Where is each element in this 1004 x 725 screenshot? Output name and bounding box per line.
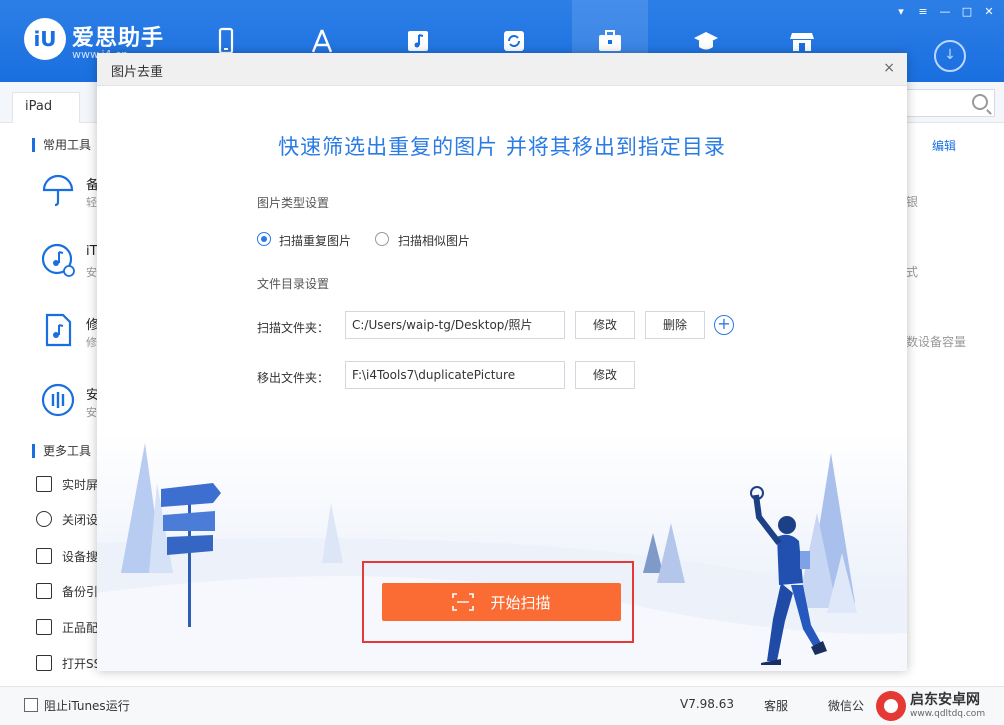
right-tool-text: 银 [906, 195, 919, 209]
umbrella-icon[interactable] [40, 172, 76, 208]
tool-sub: 安 [86, 406, 97, 419]
scan-folder-delete-button[interactable]: 删除 [645, 311, 705, 339]
output-folder-modify-button[interactable]: 修改 [575, 361, 635, 389]
scan-folder-label: 扫描文件夹： [257, 321, 330, 335]
screen-icon [36, 476, 52, 492]
window-controls: ▾ ≡ — □ ✕ [892, 4, 998, 20]
device-search-icon [36, 548, 52, 564]
service-link[interactable]: 客服 [764, 697, 788, 714]
radio-scan-similar[interactable] [375, 232, 389, 246]
skin-icon[interactable]: ▾ [892, 4, 910, 20]
radio-scan-similar-label[interactable]: 扫描相似图片 [398, 232, 470, 249]
terminal-icon [36, 655, 52, 671]
more-tool-item[interactable]: 打开SS [36, 654, 101, 672]
dialog-headline: 快速筛选出重复的图片 并将其移出到指定目录 [278, 135, 726, 159]
radio-scan-duplicate-label[interactable]: 扫描重复图片 [279, 232, 351, 249]
app-logo: iU [24, 18, 66, 60]
directory-section-label: 文件目录设置 [257, 277, 330, 291]
scan-folder-input[interactable]: C:/Users/waip-tg/Desktop/照片 [345, 311, 565, 339]
tool-sub: 轻 [86, 196, 97, 209]
dialog-title: 图片去重 [111, 65, 164, 80]
dialog-close-button[interactable]: × [883, 60, 895, 76]
toolbox-icon [599, 30, 621, 51]
tab-ipad[interactable]: iPad [12, 92, 80, 123]
watermark-title: 启东安卓网 [910, 692, 980, 708]
wechat-link[interactable]: 微信公 [828, 697, 864, 714]
install-icon[interactable] [40, 382, 76, 418]
dialog-header: 图片去重 × [97, 53, 907, 86]
watermark-logo-icon [876, 691, 906, 721]
tool-sub: 修 [86, 336, 97, 349]
backup-icon [36, 583, 52, 599]
tool-sub: 安 [86, 266, 97, 279]
dedupe-dialog: 图片去重 × 快速筛选出重复的图片 并将其移出到指定目录 图片类型设置 扫描重复… [97, 53, 907, 671]
tutorial-icon [694, 32, 718, 50]
right-tool-text: 式 [906, 265, 919, 279]
image-type-section-label: 图片类型设置 [257, 196, 330, 210]
section-more-tools: 更多工具 [32, 444, 91, 458]
block-itunes-checkbox[interactable] [24, 698, 38, 712]
tool-title[interactable]: iT [86, 244, 98, 259]
music-icon [408, 31, 428, 51]
right-tool-text: 数设备容量 [906, 335, 967, 349]
earphone-icon [36, 619, 52, 635]
sync-icon [504, 31, 524, 51]
ringtone-icon[interactable] [40, 312, 76, 348]
output-folder-label: 移出文件夹： [257, 371, 330, 385]
more-tool-item[interactable]: 设备搜 [36, 547, 98, 565]
more-tool-item[interactable]: 正品配 [36, 618, 98, 636]
radio-scan-duplicate[interactable] [257, 232, 271, 246]
more-tool-item[interactable]: 备份引 [36, 582, 98, 600]
section-common-tools: 常用工具 [32, 138, 91, 152]
app-store-icon [311, 29, 333, 53]
menu-icon[interactable]: ≡ [914, 4, 932, 20]
site-watermark: 启东安卓网 www.qdltdq.com [876, 688, 1004, 724]
itunes-icon[interactable] [40, 242, 76, 278]
output-folder-input[interactable]: F:\i4Tools7\duplicatePicture [345, 361, 565, 389]
block-itunes-label[interactable]: 阻止iTunes运行 [44, 697, 130, 714]
phone-icon [218, 27, 234, 55]
maximize-icon[interactable]: □ [958, 4, 976, 20]
highlight-frame [362, 561, 634, 643]
version-label: V7.98.63 [680, 697, 735, 711]
store-icon [790, 33, 814, 51]
search-input[interactable] [905, 89, 995, 117]
more-tool-item[interactable]: 实时屏 [36, 475, 98, 493]
watermark-url: www.qdltdq.com [910, 709, 986, 719]
edit-link[interactable]: 编辑 [932, 137, 956, 154]
add-folder-icon[interactable]: + [714, 315, 734, 335]
scan-folder-modify-button[interactable]: 修改 [575, 311, 635, 339]
more-tool-item[interactable]: 关闭设 [36, 510, 98, 528]
minimize-icon[interactable]: — [936, 4, 954, 20]
close-icon[interactable]: ✕ [980, 4, 998, 20]
search-icon[interactable] [972, 94, 988, 110]
power-icon [36, 511, 52, 527]
download-icon[interactable]: ↓ [934, 40, 966, 72]
